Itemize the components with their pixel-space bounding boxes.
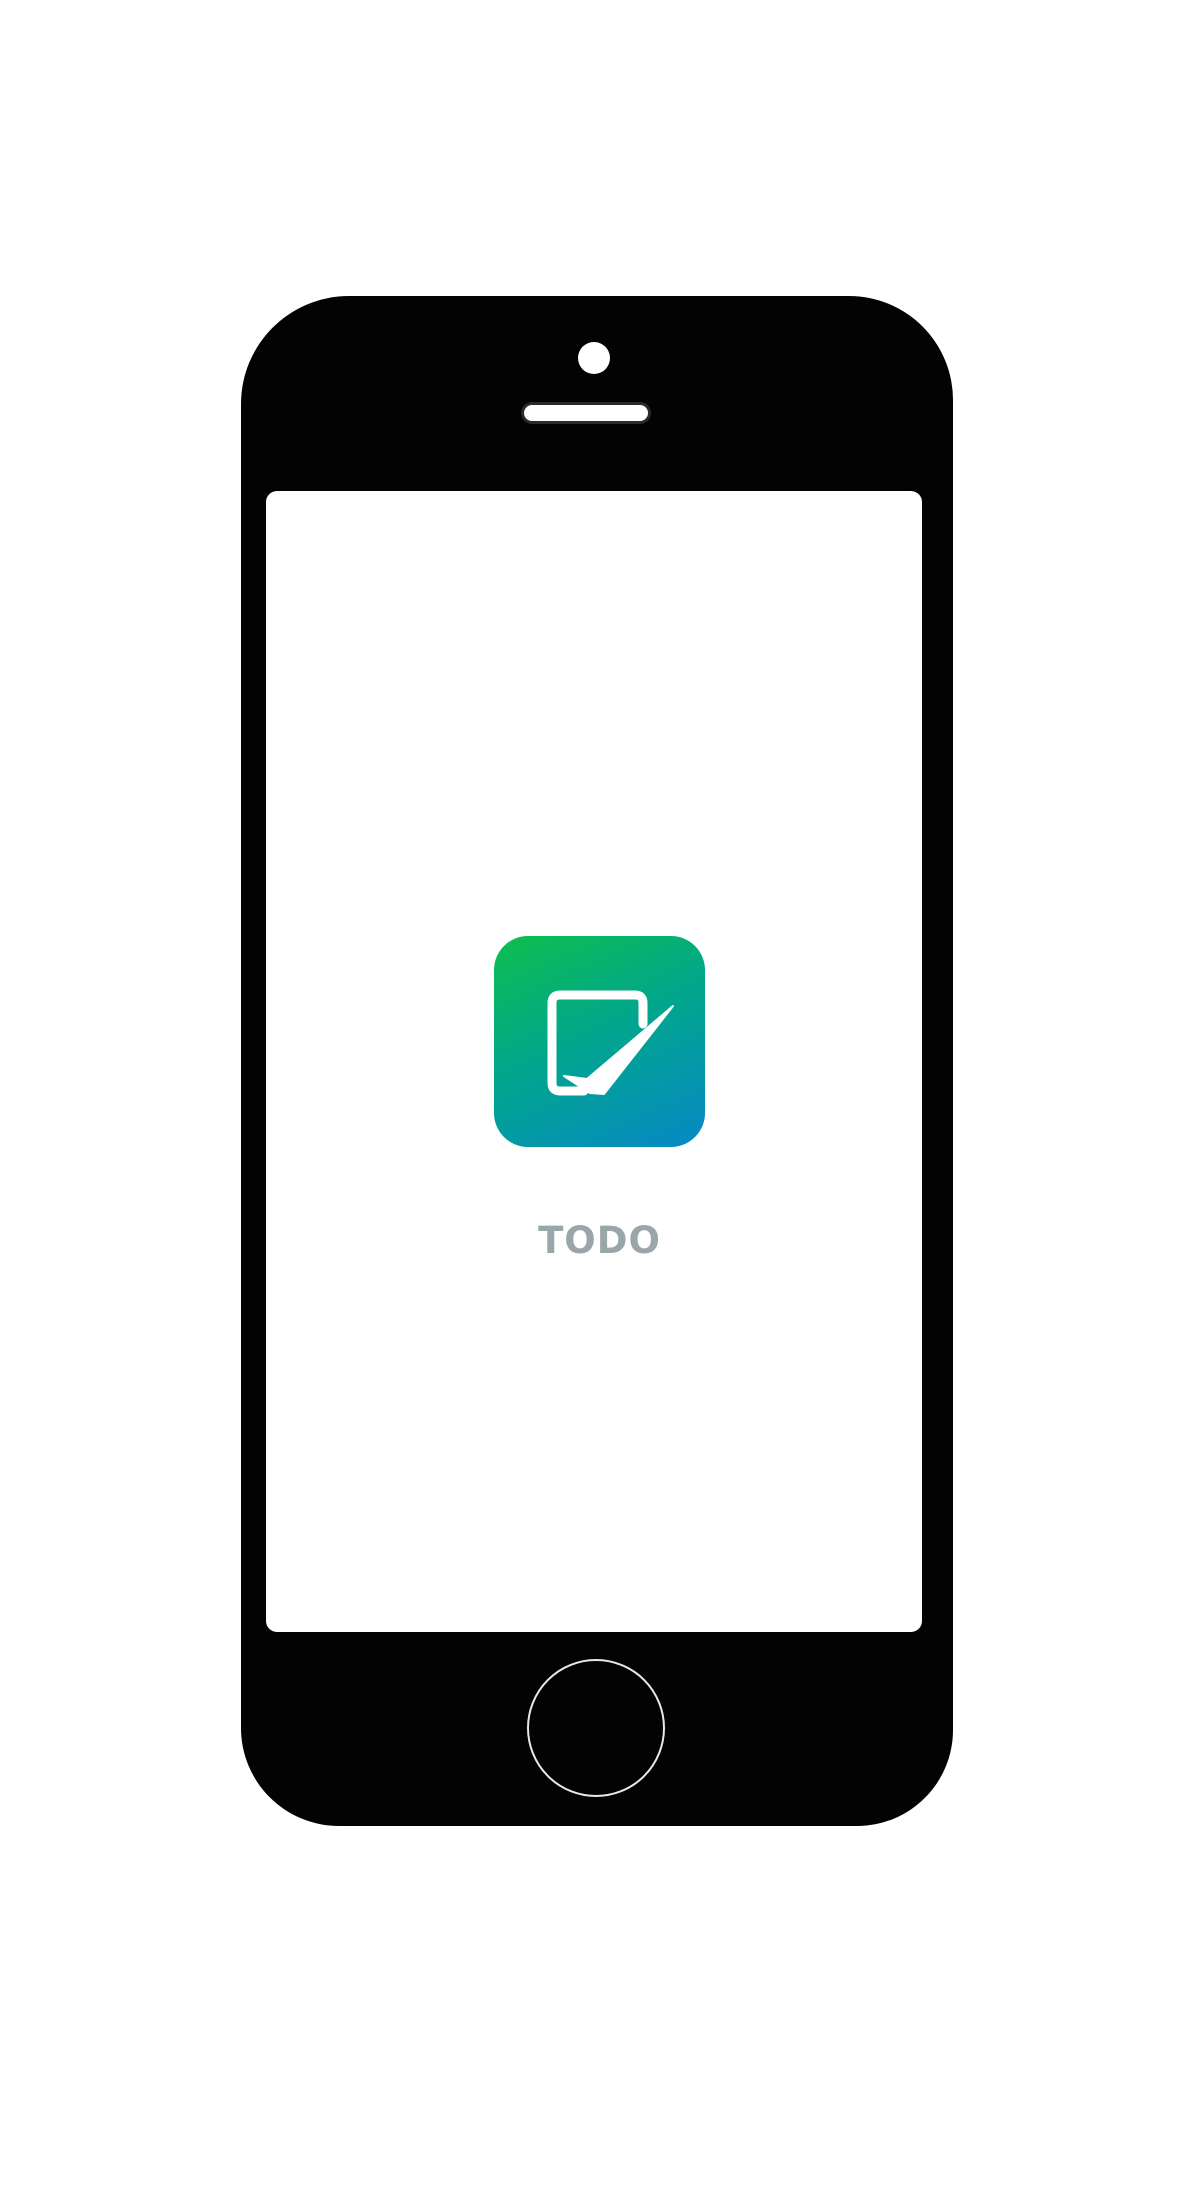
todo-checkbox-icon: [547, 990, 674, 1096]
todo-app-icon[interactable]: [494, 936, 705, 1147]
home-button[interactable]: [527, 1659, 665, 1797]
splash-screen: TODO: [266, 491, 922, 1632]
app-name-label: TODO: [538, 1219, 661, 1262]
front-camera: [578, 342, 610, 374]
earpiece-speaker: [524, 405, 648, 421]
phone-frame: TODO: [241, 296, 953, 1826]
